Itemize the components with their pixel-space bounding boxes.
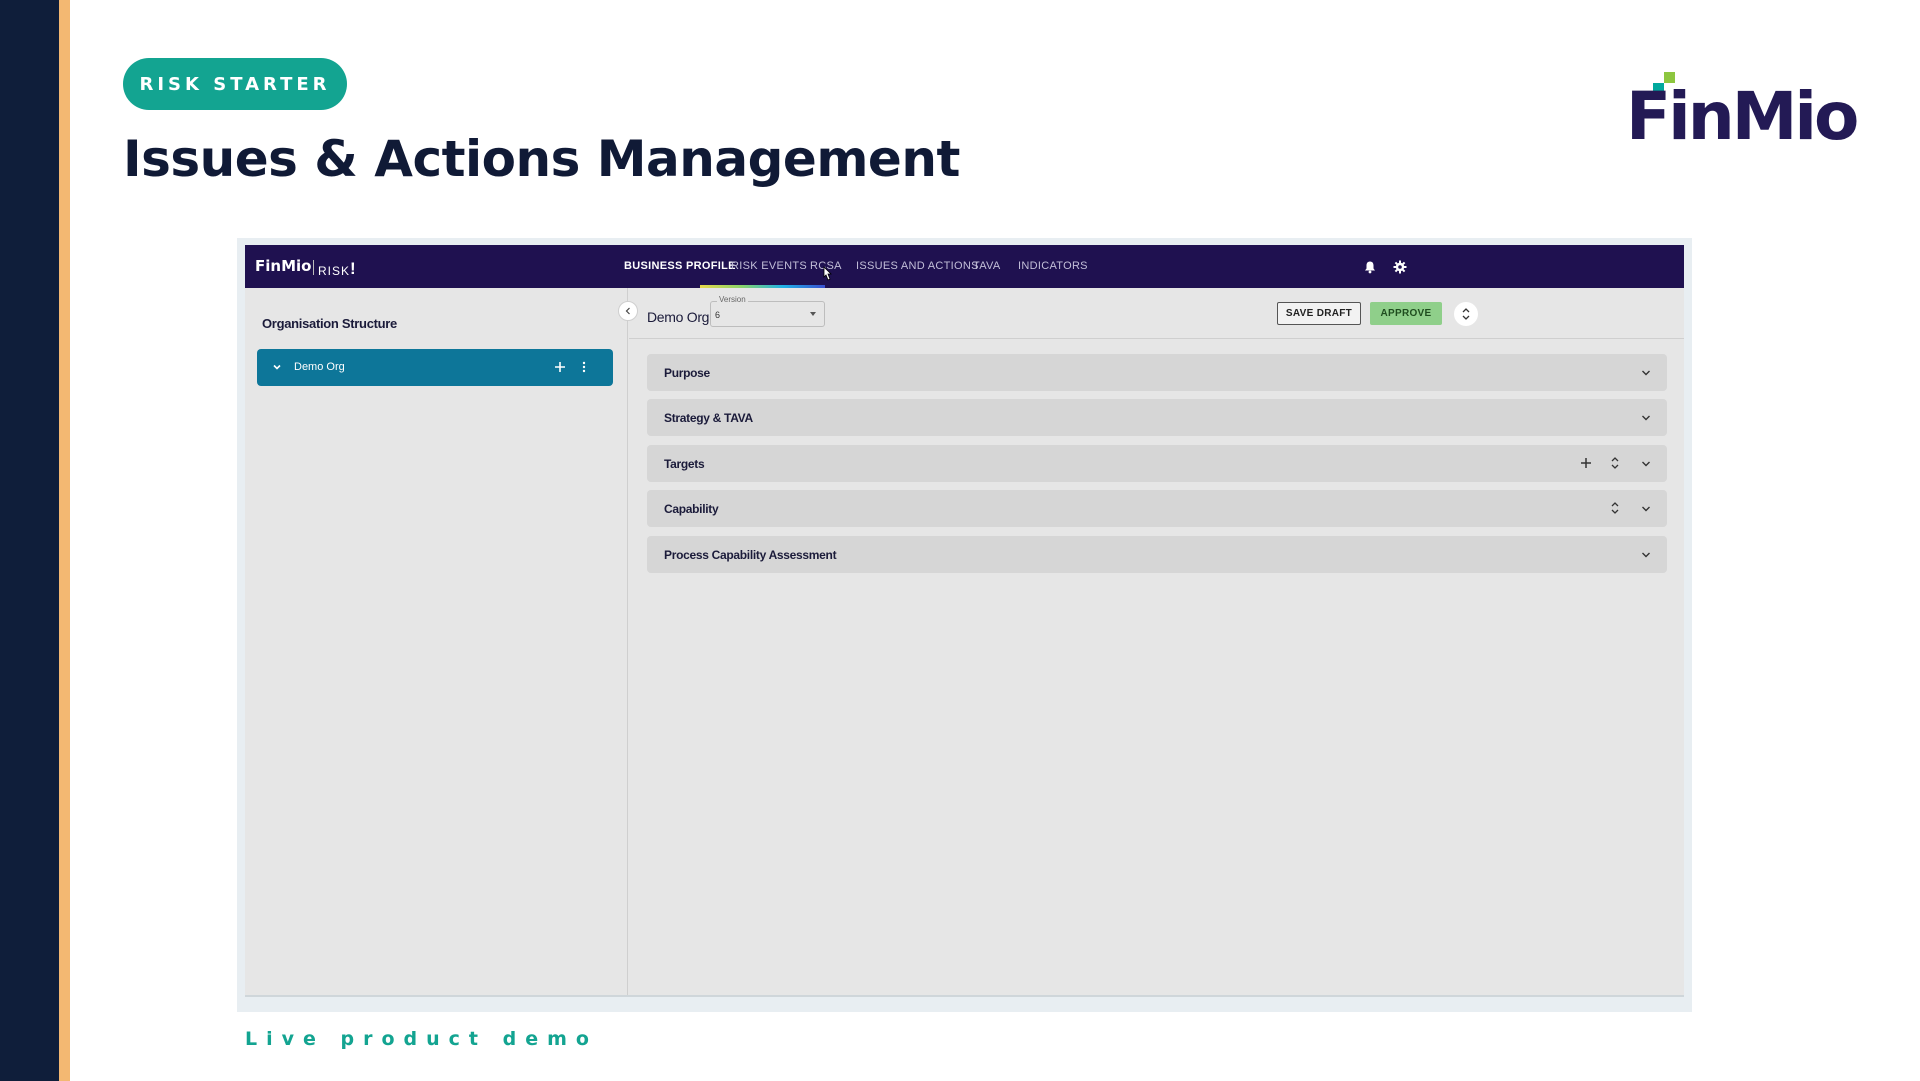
tab-business-profile[interactable]: BUSINESS PROFILE bbox=[624, 260, 736, 272]
collapse-sidebar-button[interactable] bbox=[618, 301, 638, 321]
unfold-icon[interactable] bbox=[1608, 500, 1622, 516]
section-title: Purpose bbox=[664, 366, 710, 380]
app-window: FinMio RISK! BUSINESS PROFILE RISK EVENT… bbox=[245, 245, 1684, 997]
gear-icon[interactable] bbox=[1389, 256, 1411, 278]
header-divider bbox=[629, 338, 1684, 339]
organisation-sidebar: Organisation Structure Demo Org bbox=[245, 288, 628, 997]
section-targets[interactable]: Targets bbox=[647, 445, 1667, 482]
save-draft-button[interactable]: SAVE DRAFT bbox=[1277, 302, 1361, 325]
app-screenshot-frame: FinMio RISK! BUSINESS PROFILE RISK EVENT… bbox=[237, 238, 1692, 1012]
app-product-name: RISK! bbox=[318, 259, 357, 280]
business-profile-main: Demo Org Version 6 SAVE DRAFT APPROVE Pu… bbox=[629, 288, 1684, 997]
dropdown-arrow-icon bbox=[810, 312, 816, 316]
product-label: RISK bbox=[318, 264, 351, 278]
section-capability[interactable]: Capability bbox=[647, 490, 1667, 527]
chevron-down-icon[interactable] bbox=[270, 360, 284, 374]
finmio-logo: FinMio bbox=[1626, 70, 1866, 165]
more-options-icon[interactable] bbox=[577, 357, 591, 377]
live-demo-caption: Live product demo bbox=[245, 1028, 598, 1050]
tab-risk-events[interactable]: RISK EVENTS bbox=[731, 260, 807, 272]
approve-button[interactable]: APPROVE bbox=[1370, 302, 1442, 325]
section-title: Process Capability Assessment bbox=[664, 548, 837, 562]
chevron-down-icon[interactable] bbox=[1639, 502, 1653, 516]
section-title: Targets bbox=[664, 457, 705, 471]
product-mark: ! bbox=[350, 259, 357, 278]
chevron-down-icon[interactable] bbox=[1639, 366, 1653, 380]
slide-side-stripe bbox=[0, 0, 59, 1081]
section-title: Strategy & TAVA bbox=[664, 411, 753, 425]
version-select[interactable]: Version 6 bbox=[710, 295, 825, 327]
unfold-icon bbox=[1462, 308, 1470, 320]
app-brand-logo[interactable]: FinMio bbox=[255, 257, 311, 275]
chevron-left-icon bbox=[625, 307, 630, 315]
version-label: Version bbox=[717, 295, 748, 304]
expand-collapse-all-button[interactable] bbox=[1454, 302, 1478, 326]
tab-indicators[interactable]: INDICATORS bbox=[1018, 260, 1088, 272]
tab-tava[interactable]: TAVA bbox=[973, 260, 1000, 272]
section-process-capability-assessment[interactable]: Process Capability Assessment bbox=[647, 536, 1667, 573]
chevron-down-icon[interactable] bbox=[1639, 411, 1653, 425]
section-strategy-tava[interactable]: Strategy & TAVA bbox=[647, 399, 1667, 436]
top-navbar: FinMio RISK! BUSINESS PROFILE RISK EVENT… bbox=[245, 245, 1684, 288]
add-target-icon[interactable] bbox=[1578, 455, 1594, 471]
tree-item-demo-org[interactable]: Demo Org bbox=[257, 349, 613, 386]
organisation-structure-title: Organisation Structure bbox=[262, 316, 397, 331]
bell-icon[interactable] bbox=[1359, 256, 1381, 278]
section-title: Capability bbox=[664, 502, 719, 516]
brand-divider bbox=[313, 260, 314, 275]
mouse-pointer-icon bbox=[821, 266, 833, 282]
page-title: Issues & Actions Management bbox=[123, 130, 960, 188]
section-purpose[interactable]: Purpose bbox=[647, 354, 1667, 391]
tab-issues-and-actions[interactable]: ISSUES AND ACTIONS bbox=[856, 260, 979, 272]
tree-item-label: Demo Org bbox=[294, 361, 345, 373]
slide-accent-stripe bbox=[59, 0, 70, 1081]
chevron-down-icon[interactable] bbox=[1639, 457, 1653, 471]
add-child-icon[interactable] bbox=[550, 357, 570, 377]
logo-wordmark: FinMio bbox=[1626, 78, 1859, 155]
org-name-heading: Demo Org bbox=[647, 309, 710, 325]
app-bottom-border bbox=[245, 995, 1684, 997]
version-value: 6 bbox=[715, 310, 721, 320]
unfold-icon[interactable] bbox=[1608, 455, 1622, 471]
chevron-down-icon[interactable] bbox=[1639, 548, 1653, 562]
risk-starter-badge: RISK STARTER bbox=[123, 58, 347, 110]
